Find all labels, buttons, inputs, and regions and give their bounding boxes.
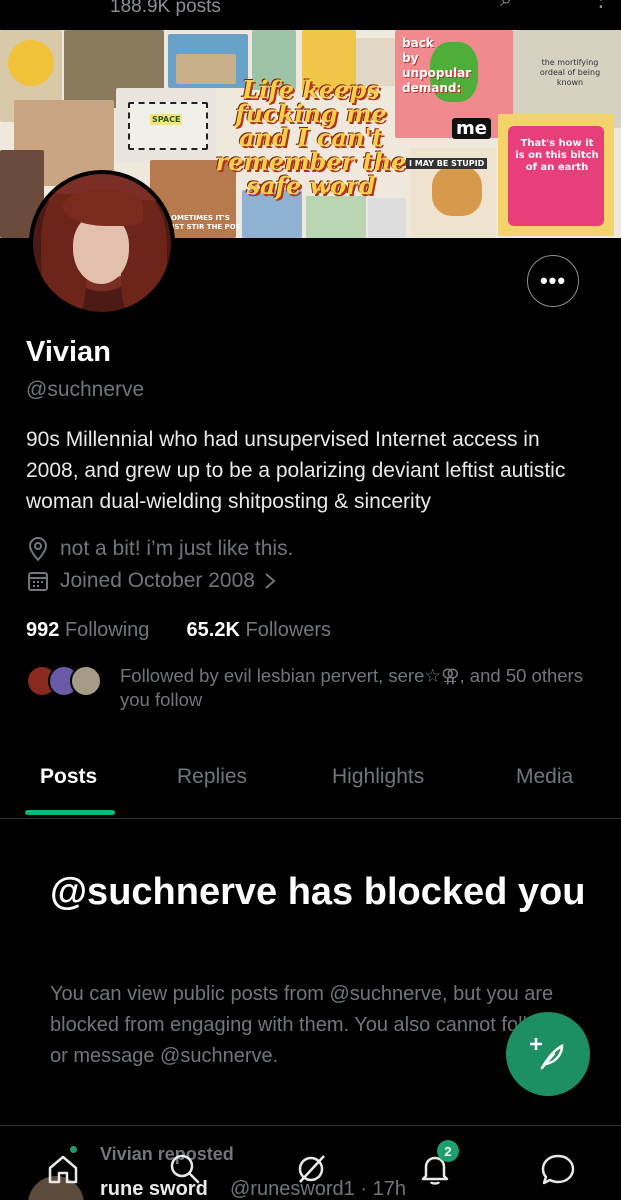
banner-caption: Life keeps fucking me and I can't rememb… bbox=[215, 75, 407, 200]
followers-link[interactable]: 65.2K Followers bbox=[187, 619, 332, 641]
tab-posts[interactable]: Posts bbox=[40, 765, 97, 789]
profile-joined[interactable]: Joined October 2008 bbox=[26, 569, 289, 593]
profile-handle: @suchnerve bbox=[26, 378, 145, 401]
compose-button[interactable] bbox=[506, 1012, 590, 1096]
sticker-back-by: back by unpopular demand: bbox=[402, 36, 472, 95]
top-bar: 188.9K posts ⌕ ⋮ bbox=[0, 0, 621, 30]
more-icon[interactable]: ⋮ bbox=[590, 0, 612, 12]
active-tab-indicator bbox=[25, 810, 115, 815]
sticker-me: me bbox=[452, 118, 491, 139]
sticker-stupid: I MAY BE STUPID bbox=[406, 158, 488, 169]
home-unread-dot bbox=[70, 1146, 77, 1153]
message-icon bbox=[541, 1154, 575, 1185]
doge-image bbox=[432, 166, 482, 216]
profile-location: not a bit! i’m just like this. bbox=[26, 536, 293, 562]
grok-icon bbox=[298, 1155, 325, 1183]
nav-home[interactable] bbox=[38, 1144, 88, 1194]
followed-by-avatars[interactable] bbox=[26, 665, 102, 697]
ellipsis-icon: ••• bbox=[539, 268, 567, 293]
blocked-description: You can view public posts from @suchnerv… bbox=[50, 983, 554, 1067]
joined-text: Joined October 2008 bbox=[60, 569, 255, 592]
nav-search[interactable] bbox=[160, 1144, 210, 1194]
nav-grok[interactable] bbox=[286, 1144, 336, 1194]
profile-name: Vivian bbox=[26, 336, 111, 368]
bottom-navigation bbox=[0, 1126, 621, 1200]
search-icon bbox=[170, 1154, 200, 1184]
profile-bio: 90s Millennial who had unsupervised Inte… bbox=[26, 428, 566, 513]
blocked-title: @suchnerve has blocked you bbox=[50, 871, 586, 913]
follow-counts: 992 Following 65.2K Followers bbox=[26, 619, 331, 642]
location-text: not a bit! i’m just like this. bbox=[60, 537, 294, 560]
nav-messages[interactable] bbox=[533, 1144, 583, 1194]
chevron-right-icon bbox=[265, 573, 276, 589]
tab-media[interactable]: Media bbox=[516, 765, 573, 789]
sticker-mortifying: the mortifying ordeal of being known bbox=[539, 58, 601, 87]
tab-highlights[interactable]: Highlights bbox=[332, 765, 424, 789]
home-icon bbox=[48, 1155, 78, 1184]
compose-feather-icon bbox=[530, 1038, 564, 1070]
sticker-sometimes: SOMETIMES IT'S JUST STIR THE POT bbox=[166, 214, 241, 231]
following-link[interactable]: 992 Following bbox=[26, 619, 149, 641]
profile-avatar[interactable] bbox=[29, 170, 175, 316]
banner-tile bbox=[368, 198, 406, 238]
tab-replies[interactable]: Replies bbox=[177, 765, 247, 789]
location-pin-icon bbox=[28, 536, 48, 562]
banner-tile bbox=[306, 196, 366, 238]
follower-avatar bbox=[70, 665, 102, 697]
post-count: 188.9K posts bbox=[110, 0, 221, 17]
sticker-thats-how: That's how it is on this bitch of an ear… bbox=[515, 138, 599, 173]
followed-by-text[interactable]: Followed by evil lesbian pervert, sere☆⚢… bbox=[120, 664, 590, 712]
sticker-space: SPACE bbox=[150, 114, 183, 125]
tabs-divider bbox=[0, 818, 621, 819]
more-options-button[interactable]: ••• bbox=[527, 255, 579, 307]
notifications-badge: 2 bbox=[437, 1140, 459, 1162]
calendar-icon bbox=[28, 572, 48, 591]
search-icon[interactable]: ⌕ bbox=[500, 0, 512, 12]
emoji-face-icon bbox=[8, 40, 54, 86]
profile-tabs: Posts Replies Highlights Media bbox=[0, 758, 621, 818]
